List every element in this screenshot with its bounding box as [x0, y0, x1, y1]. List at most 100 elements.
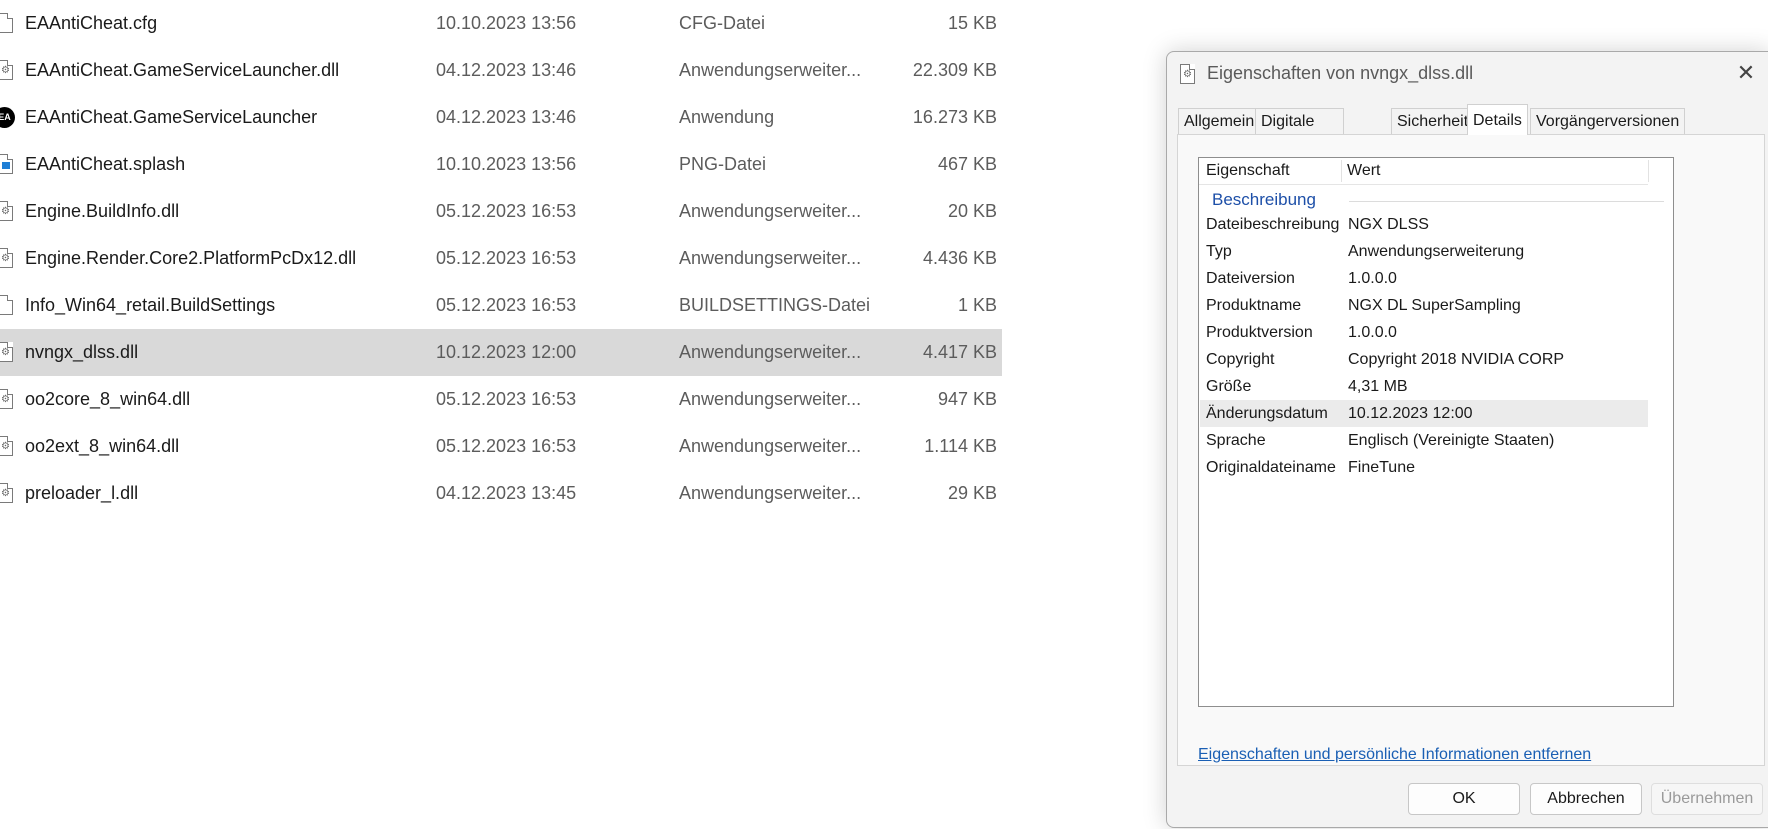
detail-row[interactable]: Copyright Copyright 2018 NVIDIA CORP: [1200, 346, 1648, 373]
file-name: EAAntiCheat.GameServiceLauncher: [25, 107, 318, 127]
detail-value: 10.12.2023 12:00: [1348, 405, 1473, 422]
file-size: 4.417 KB: [922, 342, 997, 362]
detail-row[interactable]: Sprache Englisch (Vereinigte Staaten): [1200, 427, 1648, 454]
file-type: Anwendungserweiter...: [679, 201, 862, 221]
properties-dialog: ⚙ Eigenschaften von nvngx_dlss.dll ✕ All…: [1166, 51, 1768, 828]
dll-icon: ⚙: [0, 60, 15, 81]
close-icon[interactable]: ✕: [1731, 58, 1761, 88]
file-size: 1 KB: [957, 295, 997, 315]
detail-value: NGX DL SuperSampling: [1348, 297, 1521, 314]
file-list: EAAntiCheat.cfg 10.10.2023 13:56 CFG-Datei…: [0, 0, 1002, 517]
tab-details[interactable]: Details: [1467, 104, 1528, 135]
file-row[interactable]: EAAntiCheat.splash 10.10.2023 13:56 PNG-Da…: [0, 141, 1002, 188]
cancel-button[interactable]: Abbrechen: [1530, 783, 1642, 815]
file-name: Engine.Render.Core2.PlatformPcDx12.dll: [25, 248, 357, 268]
file-name: oo2core_8_win64.dll: [25, 389, 191, 409]
detail-value: Copyright 2018 NVIDIA CORP: [1348, 351, 1565, 368]
file-row[interactable]: ⚙ Engine.Render.Core2.PlatformPcDx12.dll 0…: [0, 235, 1002, 282]
ok-button[interactable]: OK: [1408, 783, 1520, 815]
file-type: Anwendungserweiter...: [679, 483, 862, 503]
file-date: 05.12.2023 16:53: [436, 295, 577, 315]
tab-vorgaengerversionen[interactable]: Vorgängerversionen: [1530, 108, 1686, 134]
detail-row[interactable]: Produktname NGX DL SuperSampling: [1200, 292, 1648, 319]
file-size: 22.309 KB: [912, 60, 997, 80]
detail-row[interactable]: Dateibeschreibung NGX DLSS: [1200, 211, 1648, 238]
file-date: 05.12.2023 16:53: [436, 248, 577, 268]
detail-key: Originaldateiname: [1206, 459, 1336, 476]
column-divider[interactable]: [1341, 160, 1342, 182]
detail-value: 4,31 MB: [1348, 378, 1408, 395]
detail-key: Größe: [1206, 378, 1252, 395]
file-size: 16.273 KB: [912, 107, 997, 127]
file-type: PNG-Datei: [679, 154, 767, 174]
details-list[interactable]: Eigenschaft Wert Beschreibung Dateibesch…: [1198, 157, 1674, 707]
file-row[interactable]: ⚙ oo2core_8_win64.dll 05.12.2023 16:53 Anwe…: [0, 376, 1002, 423]
detail-value: Anwendungserweiterung: [1348, 243, 1525, 260]
file-row[interactable]: ⚙ EAAntiCheat.GameServiceLauncher.dll 04.1…: [0, 47, 1002, 94]
file-date: 10.10.2023 13:56: [436, 13, 577, 33]
list-header: Eigenschaft Wert: [1199, 158, 1649, 185]
image-file-icon: [0, 154, 15, 175]
dll-file-icon: ⚙: [1180, 64, 1195, 84]
file-size: 20 KB: [947, 201, 997, 221]
detail-value: NGX DLSS: [1348, 216, 1429, 233]
tab-sicherheit[interactable]: Sicherheit: [1391, 108, 1475, 134]
file-date: 05.12.2023 16:53: [436, 436, 577, 456]
detail-row[interactable]: Änderungsdatum 10.12.2023 12:00: [1200, 400, 1648, 427]
file-date: 10.12.2023 12:00: [436, 342, 577, 362]
file-type: Anwendungserweiter...: [679, 342, 862, 362]
file-row[interactable]: ⚙ nvngx_dlss.dll 10.12.2023 12:00 Anwendung…: [0, 329, 1002, 376]
dll-icon: ⚙: [0, 389, 15, 410]
file-date: 05.12.2023 16:53: [436, 201, 577, 221]
file-date: 10.10.2023 13:56: [436, 154, 577, 174]
detail-row[interactable]: Typ Anwendungserweiterung: [1200, 238, 1648, 265]
file-type: Anwendungserweiter...: [679, 60, 862, 80]
column-header-value[interactable]: Wert: [1347, 162, 1380, 180]
group-label: Beschreibung: [1212, 190, 1316, 209]
group-divider: [1349, 201, 1664, 202]
detail-value: FineTune: [1348, 459, 1415, 476]
dll-icon: ⚙: [0, 483, 15, 504]
detail-row[interactable]: Produktversion 1.0.0.0: [1200, 319, 1648, 346]
tab-digitale-signaturen[interactable]: Digitale Signaturen: [1255, 108, 1345, 156]
file-row[interactable]: ⚙ preloader_l.dll 04.12.2023 13:45 Anwendun…: [0, 470, 1002, 517]
file-date: 05.12.2023 16:53: [436, 389, 577, 409]
file-row[interactable]: Info_Win64_retail.BuildSettings 05.12.202…: [0, 282, 1002, 329]
document-icon: [0, 13, 15, 34]
file-type: Anwendung: [679, 107, 775, 127]
file-name: EAAntiCheat.cfg: [25, 13, 158, 33]
file-name: Engine.BuildInfo.dll: [25, 201, 180, 221]
document-icon: [0, 295, 15, 316]
file-size: 4.436 KB: [922, 248, 997, 268]
file-row[interactable]: ⚙ Engine.BuildInfo.dll 05.12.2023 16:53 Anw…: [0, 188, 1002, 235]
file-row[interactable]: ⚙ oo2ext_8_win64.dll 05.12.2023 16:53 Anwen…: [0, 423, 1002, 470]
file-date: 04.12.2023 13:46: [436, 107, 577, 127]
detail-value: 1.0.0.0: [1348, 270, 1397, 287]
file-name: preloader_l.dll: [25, 483, 139, 503]
detail-key: Dateibeschreibung: [1206, 216, 1340, 233]
file-date: 04.12.2023 13:45: [436, 483, 577, 503]
detail-value: Englisch (Vereinigte Staaten): [1348, 432, 1555, 449]
file-size: 15 KB: [947, 13, 997, 33]
file-name: Info_Win64_retail.BuildSettings: [25, 295, 276, 315]
file-type: CFG-Datei: [679, 13, 766, 33]
file-date: 04.12.2023 13:46: [436, 60, 577, 80]
remove-properties-link[interactable]: Eigenschaften und persönliche Informatio…: [1198, 746, 1591, 764]
detail-row[interactable]: Größe 4,31 MB: [1200, 373, 1648, 400]
dll-icon: ⚙: [0, 248, 15, 269]
dll-icon: ⚙: [0, 436, 15, 457]
file-row[interactable]: EAAntiCheat.cfg 10.10.2023 13:56 CFG-Datei…: [0, 0, 1002, 47]
column-divider[interactable]: [1648, 160, 1649, 182]
file-type: Anwendungserweiter...: [679, 248, 862, 268]
file-size: 947 KB: [937, 389, 997, 409]
detail-row[interactable]: Originaldateiname FineTune: [1200, 454, 1648, 481]
file-type: Anwendungserweiter...: [679, 436, 862, 456]
detail-key: Sprache: [1206, 432, 1266, 449]
file-row[interactable]: EA EAAntiCheat.GameServiceLauncher 04.12.2…: [0, 94, 1002, 141]
detail-row[interactable]: Dateiversion 1.0.0.0: [1200, 265, 1648, 292]
details-panel: Eigenschaft Wert Beschreibung Dateibesch…: [1177, 134, 1765, 766]
column-header-property[interactable]: Eigenschaft: [1206, 162, 1290, 180]
apply-button[interactable]: Übernehmen: [1651, 783, 1763, 815]
file-name: nvngx_dlss.dll: [25, 342, 139, 362]
tab-allgemein[interactable]: Allgemein: [1178, 108, 1261, 134]
